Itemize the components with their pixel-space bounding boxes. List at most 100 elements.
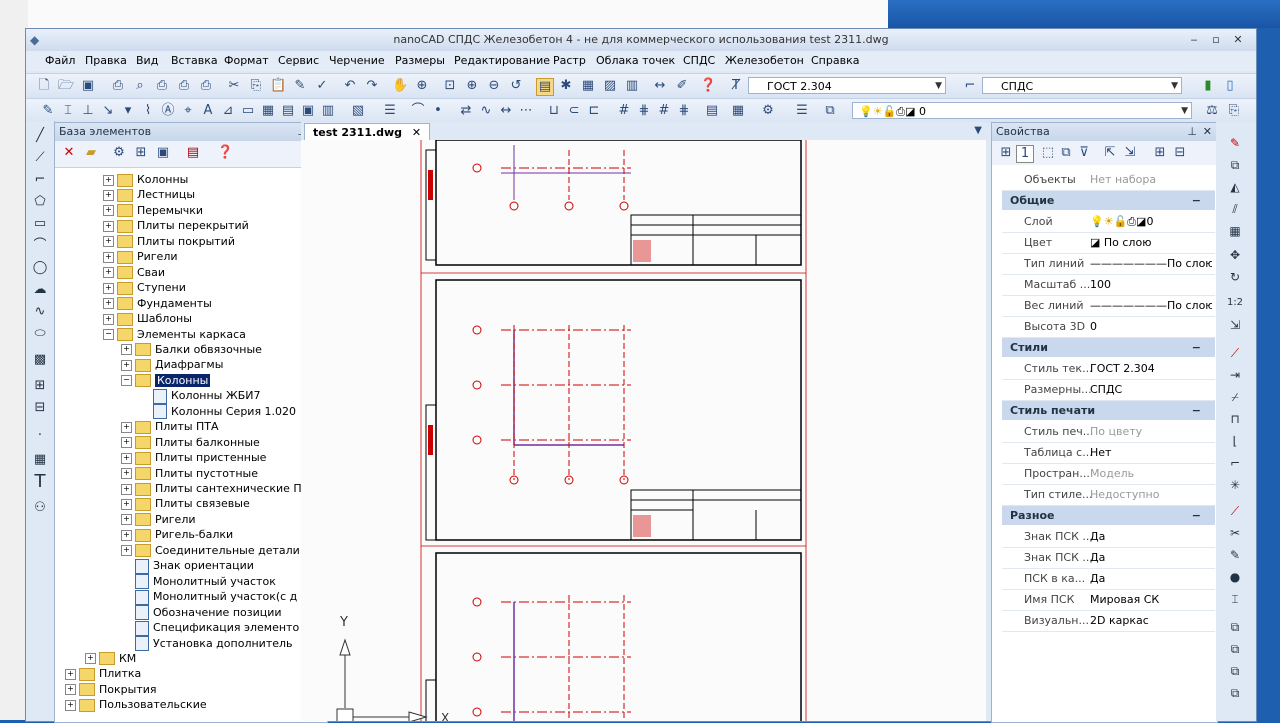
prop-value[interactable]: Да <box>1090 551 1212 564</box>
quick-select-icon[interactable]: ⧉ <box>1058 145 1074 161</box>
expand-icon[interactable]: + <box>103 189 114 201</box>
cut-icon[interactable]: ✂ <box>226 78 242 94</box>
properties-edit-icon[interactable]: ✎ <box>1226 546 1244 564</box>
prop-value[interactable]: Да <box>1090 572 1212 585</box>
tree-node[interactable]: + КМ <box>85 651 136 666</box>
markup-icon[interactable]: ✐ <box>674 78 690 94</box>
one-icon[interactable]: 1 <box>1016 145 1034 163</box>
spds-break-icon[interactable]: ⇄ <box>458 103 474 119</box>
copy-object-icon[interactable]: ⧉ <box>1226 156 1244 174</box>
prop-value[interactable]: Нет набора <box>1090 173 1212 186</box>
menu-help[interactable]: Справка <box>811 54 859 67</box>
expand-icon[interactable]: + <box>121 529 132 541</box>
tree-node[interactable]: Колонны ЖБИ7 <box>139 388 261 404</box>
ellipse-icon[interactable]: ⬭ <box>31 325 49 343</box>
redo-icon[interactable]: ↷ <box>364 78 380 94</box>
collapse-icon[interactable]: − <box>121 375 132 387</box>
polyline-icon[interactable]: ⟋ <box>31 149 49 167</box>
tree-node[interactable]: + Плиты связевые <box>121 496 250 511</box>
array-icon[interactable]: ▦ <box>1226 222 1244 240</box>
menu-modify[interactable]: Редактирование <box>454 54 550 67</box>
spds-format-icon[interactable]: ▧ <box>350 103 366 119</box>
document-tab[interactable]: test 2311.dwg ✕ <box>304 123 431 141</box>
tree-node[interactable]: Колонны Серия 1.020 <box>139 404 296 420</box>
prop-value[interactable]: ———————По слою <box>1090 299 1212 312</box>
layer-tool1-icon[interactable]: ⧉ <box>1226 618 1244 636</box>
spds-gear-icon[interactable]: ⚙ <box>760 103 776 119</box>
report-icon[interactable]: ▤ <box>185 145 201 161</box>
block-insert-icon[interactable]: ⊞ <box>31 377 49 395</box>
menu-spds[interactable]: СПДС <box>683 54 715 67</box>
spds-block-icon[interactable]: ▣ <box>300 103 316 119</box>
layer-prev-icon[interactable]: ⎘ <box>1226 103 1242 119</box>
tree-node[interactable]: + Ригель-балки <box>121 527 233 542</box>
spds-section-icon[interactable]: ⊥ <box>80 103 96 119</box>
print-icon[interactable]: ⎙ <box>110 78 126 94</box>
tree-node[interactable]: + Пользовательские <box>65 697 207 712</box>
tree-node[interactable]: + Плиты пристенные <box>121 450 266 465</box>
prop-value[interactable]: Да <box>1090 530 1212 543</box>
rectangle-icon[interactable]: ▭ <box>31 215 49 233</box>
tree-node[interactable]: + Ступени <box>103 280 186 295</box>
expand-icon[interactable]: + <box>103 267 114 279</box>
arc-icon[interactable]: ⌒ <box>31 237 49 255</box>
menu-view[interactable]: Вид <box>136 54 158 67</box>
spds-view-icon[interactable]: ⌖ <box>180 103 196 119</box>
spds-frame-icon[interactable]: ▭ <box>240 103 256 119</box>
spds-arc-icon[interactable]: ⌒ <box>410 103 426 119</box>
tab-close-icon[interactable]: ✕ <box>412 126 421 139</box>
tree-node[interactable]: Спецификация элементо <box>121 620 299 636</box>
tree-node[interactable]: + Сваи <box>103 265 165 280</box>
open-file-icon[interactable]: 🗁 <box>58 78 74 94</box>
expand-icon[interactable]: + <box>103 220 114 232</box>
spds-cut-icon[interactable]: ⌇ <box>140 103 156 119</box>
categories-icon[interactable]: ⊞ <box>1152 145 1168 161</box>
prop-value[interactable]: СПДС <box>1090 383 1212 396</box>
menu-format[interactable]: Формат <box>224 54 269 67</box>
spds-cup-icon[interactable]: ⊔ <box>546 103 562 119</box>
zoom-in-icon[interactable]: ⊕ <box>464 78 480 94</box>
category-misc[interactable]: Разное − <box>1002 506 1215 525</box>
tree-node[interactable]: + Диафрагмы <box>121 357 223 372</box>
menu-file[interactable]: Файл <box>45 54 75 67</box>
import-props-icon[interactable]: ⇲ <box>1122 145 1138 161</box>
spds-grid4-icon[interactable]: ⋕ <box>676 103 692 119</box>
spds-pencil-icon[interactable]: ✎ <box>40 103 56 119</box>
spds-node-icon[interactable]: Ⓐ <box>160 103 176 119</box>
prop-value[interactable]: По цвету <box>1090 425 1212 438</box>
menu-point-clouds[interactable]: Облака точек <box>596 54 675 67</box>
design-center-icon[interactable]: ✱ <box>558 78 574 94</box>
expand-icon[interactable]: + <box>103 236 114 248</box>
prop-value[interactable]: 100 <box>1090 278 1212 291</box>
tree-node[interactable]: Монолитный участок <box>121 574 276 590</box>
tab-list-chevron-icon[interactable]: ▼ <box>974 125 982 136</box>
layer-state-icon[interactable]: ⚖ <box>1204 103 1220 119</box>
prop-value[interactable]: Нет <box>1090 446 1212 459</box>
expand-icon[interactable]: + <box>65 668 76 680</box>
close-icon[interactable]: ✕ <box>1203 123 1212 141</box>
undo-icon[interactable]: ↶ <box>342 78 358 94</box>
spds-leader-icon[interactable]: ↘ <box>100 103 116 119</box>
bomb-icon[interactable]: ● <box>1226 568 1244 586</box>
properties-toggle-icon[interactable]: ▤ <box>536 78 554 96</box>
dim-style-select[interactable]: СПДС ▼ <box>982 77 1182 94</box>
collapse-icon[interactable]: − <box>1184 191 1201 210</box>
collapse-icon[interactable]: − <box>1184 338 1201 357</box>
spds-bracket-icon[interactable]: ⊏ <box>586 103 602 119</box>
prop-value[interactable]: Недоступно <box>1090 488 1212 501</box>
category-print-style[interactable]: Стиль печати − <box>1002 401 1215 420</box>
chamfer-icon[interactable]: ⌊ <box>1226 432 1244 450</box>
tree-node[interactable]: + Покрытия <box>65 682 157 697</box>
spds-grid3-icon[interactable]: # <box>656 103 672 119</box>
menu-raster[interactable]: Растр <box>553 54 586 67</box>
spds-grid2-icon[interactable]: ⋕ <box>636 103 652 119</box>
collapse-icon[interactable]: − <box>1184 401 1201 420</box>
expand-icon[interactable]: + <box>121 344 132 356</box>
tree-node[interactable]: + Плиты перекрытий <box>103 218 249 233</box>
tree-node[interactable]: + Плиты покрытий <box>103 234 235 249</box>
minimize-button[interactable]: ‒ <box>1186 33 1202 46</box>
hatch-icon[interactable]: ▩ <box>31 351 49 369</box>
spds-elevation-icon[interactable]: ⊿ <box>220 103 236 119</box>
tree-node[interactable]: − Колонны <box>121 373 211 388</box>
prop-value[interactable]: 2D каркас <box>1090 614 1212 627</box>
